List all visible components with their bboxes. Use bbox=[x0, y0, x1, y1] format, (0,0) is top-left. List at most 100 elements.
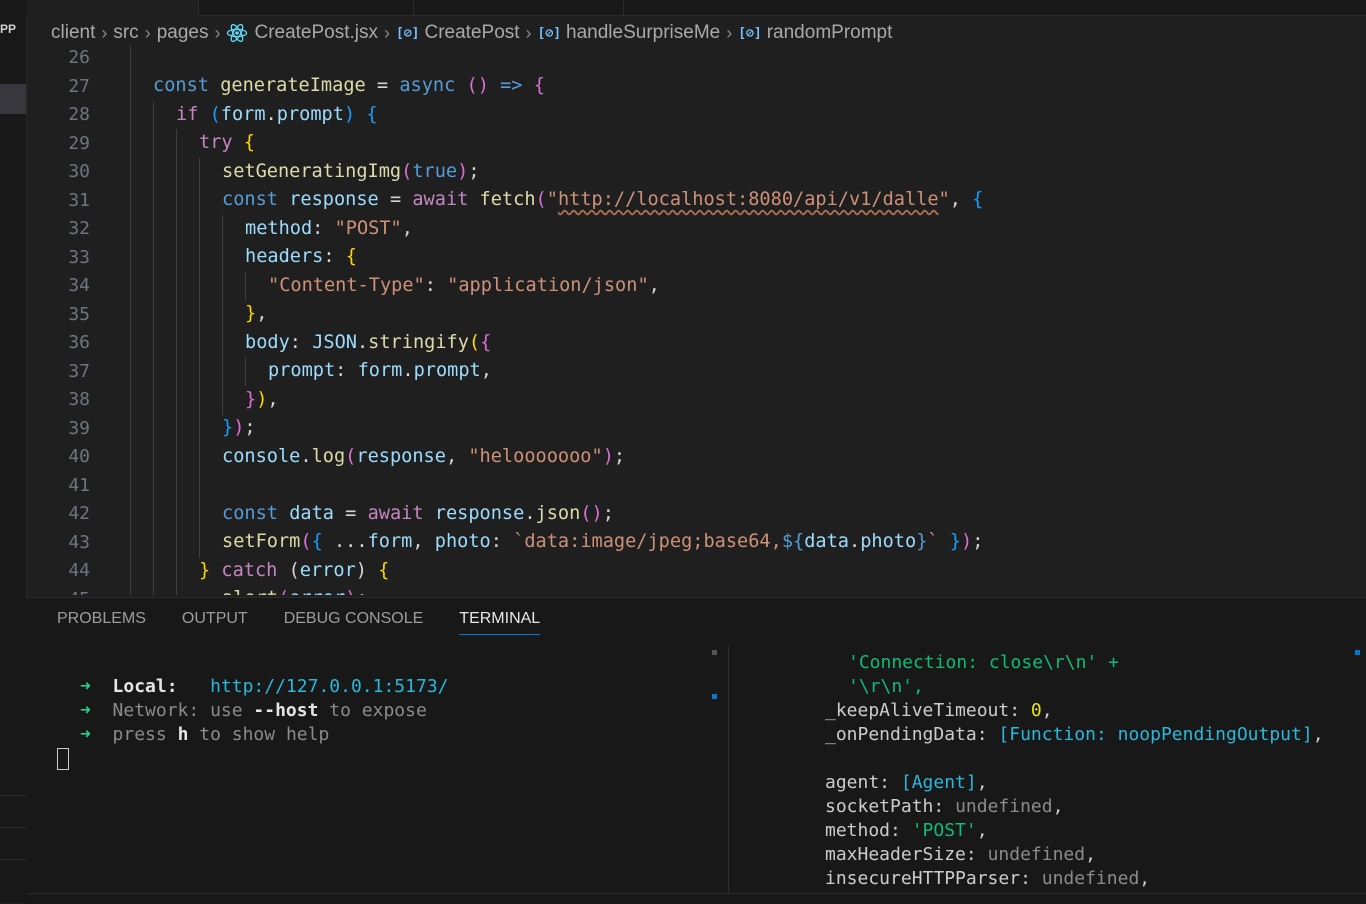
indent-guide bbox=[130, 46, 131, 595]
terminal-output-line: socketPath: undefined, bbox=[825, 796, 1064, 817]
line-number: 32 bbox=[68, 218, 90, 239]
terminal-output-line: _onPendingData: [Function: noopPendingOu… bbox=[825, 724, 1324, 745]
status-divider bbox=[26, 893, 1366, 894]
line-number: 28 bbox=[68, 104, 90, 125]
code-content[interactable]: const generateImage = async () => { if (… bbox=[153, 46, 1353, 595]
line-number: 26 bbox=[68, 47, 90, 68]
symbol-variable-icon: [⊘] bbox=[537, 25, 562, 41]
terminal-right[interactable]: 'Connection: close\r\n' + '\r\n', _keepA… bbox=[730, 646, 1366, 896]
line-number: 41 bbox=[68, 474, 90, 496]
terminal-line-network: ➜ Network: use --host to expose bbox=[80, 700, 427, 721]
line-number: 34 bbox=[68, 275, 90, 296]
breadcrumb: client › src › pages › CreatePost.jsx › … bbox=[51, 20, 892, 46]
line-number: 33 bbox=[68, 246, 90, 268]
code-line: const response = await fetch("http://loc… bbox=[222, 189, 984, 210]
line-number: 30 bbox=[68, 161, 90, 182]
arrow-right-icon: ➜ bbox=[80, 676, 91, 697]
code-line: try { bbox=[199, 132, 255, 153]
breadcrumb-item-src[interactable]: src bbox=[113, 22, 138, 44]
code-line: }, bbox=[245, 303, 268, 324]
editor-tab[interactable] bbox=[413, 0, 624, 15]
strip-divider bbox=[0, 859, 26, 860]
breadcrumb-item-pages[interactable]: pages bbox=[157, 22, 209, 44]
line-number: 37 bbox=[68, 360, 90, 382]
breadcrumb-item-handler[interactable]: handleSurpriseMe bbox=[566, 22, 720, 44]
line-number: 45 bbox=[26, 586, 90, 596]
code-line: headers: { bbox=[245, 246, 357, 267]
bottom-panel: PROBLEMS OUTPUT DEBUG CONSOLE TERMINAL ➜… bbox=[26, 597, 1366, 904]
code-line: const data = await response.json(); bbox=[222, 502, 614, 524]
terminal-line-local: ➜ Local: http://127.0.0.1:5173/ bbox=[80, 676, 449, 697]
scrollbar-marker bbox=[712, 650, 717, 655]
chevron-right-icon: › bbox=[525, 22, 532, 43]
chevron-right-icon: › bbox=[214, 22, 221, 43]
terminal-output-line: maxHeaderSize: undefined, bbox=[825, 844, 1096, 865]
code-line: setGeneratingImg(true); bbox=[222, 160, 480, 182]
symbol-variable-icon: [⊘] bbox=[396, 25, 420, 41]
code-line: method: "POST", bbox=[245, 217, 413, 239]
breadcrumb-item-symbol[interactable]: randomPrompt bbox=[767, 22, 893, 44]
editor-tab[interactable] bbox=[198, 0, 414, 15]
arrow-right-icon: ➜ bbox=[80, 724, 91, 745]
symbol-variable-icon: [⊘] bbox=[738, 25, 762, 41]
code-line: body: JSON.stringify({ bbox=[245, 331, 492, 353]
activity-strip: PP bbox=[0, 0, 27, 903]
tab-terminal[interactable]: TERMINAL bbox=[459, 610, 541, 635]
line-number: 31 bbox=[68, 189, 90, 211]
line-number: 35 bbox=[68, 303, 90, 325]
panel-tabs: PROBLEMS OUTPUT DEBUG CONSOLE TERMINAL bbox=[57, 610, 576, 635]
terminal-output-line: insecureHTTPParser: undefined, bbox=[825, 868, 1151, 889]
scrollbar-marker bbox=[712, 694, 717, 699]
terminal-output-line: 'Connection: close\r\n' + bbox=[848, 652, 1119, 673]
tab-output[interactable]: OUTPUT bbox=[182, 610, 248, 635]
code-line: const generateImage = async () => { bbox=[153, 75, 545, 96]
terminal-output-line: agent: [Agent], bbox=[825, 772, 988, 793]
line-number: 42 bbox=[68, 503, 90, 524]
terminal-left[interactable]: ➜ Local: http://127.0.0.1:5173/ ➜ Networ… bbox=[26, 646, 726, 896]
line-number: 27 bbox=[68, 75, 90, 97]
react-icon bbox=[226, 23, 248, 43]
chevron-right-icon: › bbox=[384, 22, 391, 43]
line-number: 38 bbox=[68, 389, 90, 410]
code-line: }), bbox=[245, 388, 279, 410]
breadcrumb-item-file[interactable]: CreatePost.jsx bbox=[254, 22, 378, 44]
editor-tab-bar bbox=[26, 0, 1366, 16]
line-number: 43 bbox=[68, 531, 90, 553]
code-editor[interactable]: 26 27 28 29 30 31 32 33 34 35 36 37 38 3… bbox=[26, 46, 1366, 595]
breadcrumb-item-component[interactable]: CreatePost bbox=[425, 22, 520, 44]
activity-item-active[interactable] bbox=[0, 84, 26, 114]
code-line: console.log(response, "helooooooo"); bbox=[222, 445, 626, 467]
tab-problems[interactable]: PROBLEMS bbox=[57, 610, 146, 635]
terminal-output-line: method: 'POST', bbox=[825, 820, 988, 841]
terminal-line-help: ➜ press h to show help bbox=[80, 724, 330, 745]
chevron-right-icon: › bbox=[726, 22, 733, 43]
line-number-gutter: 26 27 28 29 30 31 32 33 34 35 36 37 38 3… bbox=[26, 46, 92, 595]
code-line: } catch (error) { bbox=[199, 559, 390, 581]
code-line: }); bbox=[222, 417, 256, 438]
code-line: alert(error); bbox=[222, 585, 368, 595]
chevron-right-icon: › bbox=[144, 22, 151, 43]
strip-divider bbox=[0, 827, 26, 828]
local-url-link[interactable]: http://127.0.0.1:5173/ bbox=[210, 676, 448, 697]
terminal-output-line: _keepAliveTimeout: 0, bbox=[825, 700, 1053, 721]
terminal-output-line: '\r\n', bbox=[848, 676, 924, 697]
code-line: setForm({ ...form, photo: `data:image/jp… bbox=[222, 531, 984, 552]
code-line: "Content-Type": "application/json", bbox=[268, 274, 660, 296]
editor-tab-active[interactable] bbox=[26, 0, 199, 16]
terminal-cursor bbox=[57, 748, 69, 770]
tab-debug-console[interactable]: DEBUG CONSOLE bbox=[284, 610, 424, 635]
line-number: 44 bbox=[68, 560, 90, 581]
breadcrumb-item-client[interactable]: client bbox=[51, 22, 95, 44]
line-number: 40 bbox=[68, 446, 90, 467]
code-line: if (form.prompt) { bbox=[176, 103, 378, 125]
code-line: prompt: form.prompt, bbox=[268, 360, 492, 381]
scrollbar-marker bbox=[1355, 650, 1360, 655]
terminal-split-divider[interactable] bbox=[728, 646, 729, 894]
app-label: PP bbox=[0, 22, 17, 36]
chevron-right-icon: › bbox=[101, 22, 108, 43]
line-number: 29 bbox=[68, 132, 90, 154]
strip-divider bbox=[0, 795, 26, 796]
line-number: 36 bbox=[68, 332, 90, 353]
arrow-right-icon: ➜ bbox=[80, 700, 91, 721]
line-number: 39 bbox=[68, 417, 90, 439]
